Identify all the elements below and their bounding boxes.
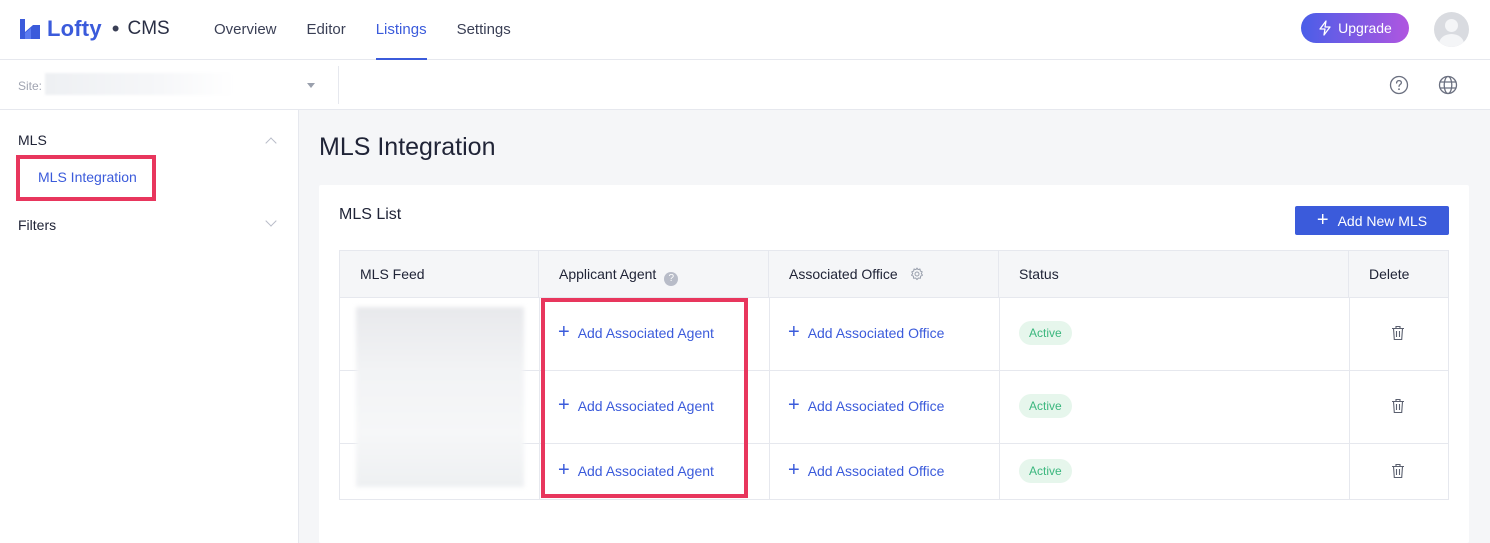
nav-editor[interactable]: Editor <box>307 0 346 60</box>
logo-icon <box>20 19 40 39</box>
add-new-mls-label: Add New MLS <box>1337 212 1428 229</box>
gear-icon[interactable] <box>910 267 924 281</box>
logo[interactable]: Lofty • CMS <box>18 15 170 43</box>
column-label: MLS Feed <box>360 266 425 282</box>
sidebar-group-filters[interactable]: Filters <box>18 217 56 233</box>
page-title: MLS Integration <box>319 133 496 161</box>
column-label: Associated Office <box>789 266 898 282</box>
lightning-icon <box>1319 20 1331 36</box>
help-circle-icon[interactable] <box>1389 75 1409 95</box>
card-title: MLS List <box>339 206 402 223</box>
upgrade-label: Upgrade <box>1338 20 1392 36</box>
column-divider <box>769 298 770 500</box>
nav-overview[interactable]: Overview <box>214 0 277 60</box>
logo-separator: • <box>111 16 120 41</box>
add-associated-office-link[interactable]: + Add Associated Office <box>788 321 945 343</box>
plus-icon: + <box>788 394 800 416</box>
top-nav-bar: Lofty • CMS Overview Editor Listings Set… <box>0 0 1490 60</box>
nav-listings[interactable]: Listings <box>375 0 427 60</box>
site-dropdown-caret-icon[interactable] <box>307 83 315 88</box>
column-divider <box>1349 298 1350 500</box>
column-label: Applicant Agent <box>559 266 657 282</box>
add-new-mls-button[interactable]: + Add New MLS <box>1295 206 1449 235</box>
add-associated-office-link[interactable]: + Add Associated Office <box>788 459 945 481</box>
logo-text: Lofty <box>47 16 102 41</box>
column-header-delete: Delete <box>1349 251 1448 298</box>
divider <box>338 66 339 104</box>
chevron-down-icon[interactable] <box>265 215 277 227</box>
plus-icon: + <box>788 459 800 481</box>
plus-icon: + <box>788 321 800 343</box>
header-divider <box>340 297 1448 298</box>
highlight-box-sidebar <box>16 155 156 201</box>
upgrade-button[interactable]: Upgrade <box>1301 13 1409 43</box>
column-header-mls-feed: MLS Feed <box>340 251 539 298</box>
add-associated-office-link[interactable]: + Add Associated Office <box>788 394 945 416</box>
avatar[interactable] <box>1434 12 1469 47</box>
mls-feed-image <box>356 307 524 487</box>
column-header-applicant-agent: Applicant Agent? <box>539 251 769 298</box>
column-divider <box>539 298 540 500</box>
column-header-associated-office: Associated Office <box>769 251 999 298</box>
column-label: Status <box>1019 266 1059 282</box>
trash-icon[interactable] <box>1391 398 1405 414</box>
column-header-status: Status <box>999 251 1349 298</box>
plus-icon: + <box>1316 208 1329 231</box>
chevron-up-icon[interactable] <box>265 137 277 149</box>
question-icon[interactable]: ? <box>664 272 679 286</box>
link-label: Add Associated Office <box>807 325 945 341</box>
product-name: CMS <box>127 18 170 39</box>
site-selector-value[interactable] <box>45 73 235 95</box>
highlight-box-applicant-agent <box>541 298 748 498</box>
globe-icon[interactable] <box>1438 75 1458 95</box>
trash-icon[interactable] <box>1391 463 1405 479</box>
nav-settings[interactable]: Settings <box>457 0 511 60</box>
link-label: Add Associated Office <box>807 398 945 414</box>
column-divider <box>999 298 1000 500</box>
trash-icon[interactable] <box>1391 325 1405 341</box>
sidebar-group-mls[interactable]: MLS <box>18 132 47 148</box>
status-badge: Active <box>1019 321 1072 345</box>
site-label: Site: <box>18 79 43 93</box>
site-bar: Site: <box>0 60 1490 110</box>
column-label: Delete <box>1369 266 1410 282</box>
main-nav: Overview Editor Listings Settings <box>214 0 541 60</box>
status-badge: Active <box>1019 394 1072 418</box>
link-label: Add Associated Office <box>807 463 945 479</box>
status-badge: Active <box>1019 459 1072 483</box>
